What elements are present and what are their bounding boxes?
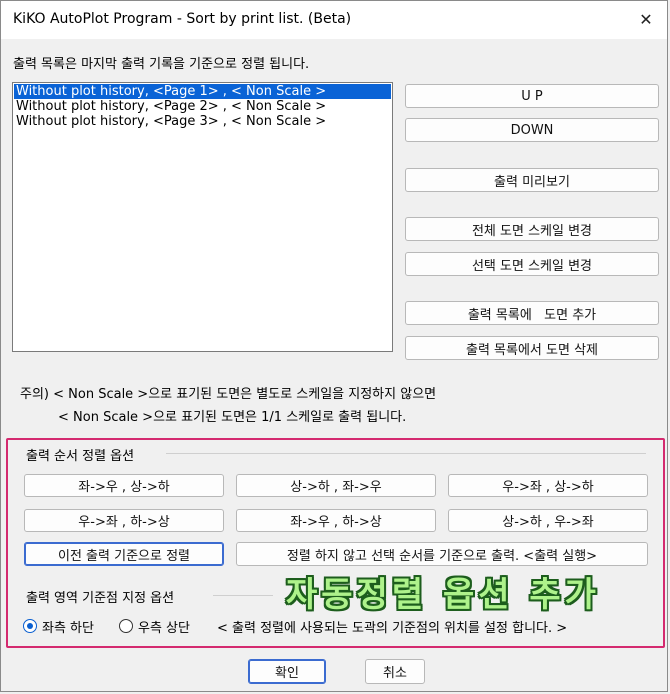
add-drawing-button[interactable]: 출력 목록에 도면 추가: [405, 301, 659, 325]
list-item[interactable]: Without plot history, <Page 3> , < Non S…: [14, 114, 326, 129]
no-sort-print-button[interactable]: 정렬 하지 않고 선택 순서를 기준으로 출력. <출력 실행>: [236, 542, 648, 566]
note-line-2: < Non Scale >으로 표기된 도면은 1/1 스케일로 출력 됩니다.: [58, 410, 407, 425]
description-text: 출력 목록은 마지막 출력 기록을 기준으로 정렬 됩니다.: [13, 57, 310, 72]
delete-drawing-button[interactable]: 출력 목록에서 도면 삭제: [405, 336, 659, 360]
group-divider: [213, 595, 273, 596]
base-point-hint: < 출력 정렬에 사용되는 도곽의 기준점의 위치를 설정 합니다. >: [217, 621, 568, 636]
ok-button[interactable]: 확인: [248, 659, 326, 684]
radio-right-top-label[interactable]: 우측 상단: [138, 617, 190, 636]
radio-left-bottom[interactable]: [23, 619, 37, 633]
note-line-1: 주의) < Non Scale >으로 표기된 도면은 별도로 스케일을 지정하…: [20, 387, 437, 402]
list-item[interactable]: Without plot history, <Page 2> , < Non S…: [14, 99, 326, 114]
preview-button[interactable]: 출력 미리보기: [405, 168, 659, 192]
sort-button-rl-tb[interactable]: 우->좌 , 상->하: [448, 474, 648, 497]
sort-previous-button[interactable]: 이전 출력 기준으로 정렬: [24, 542, 224, 566]
window-title: KiKO AutoPlot Program - Sort by print li…: [13, 11, 352, 27]
down-button[interactable]: DOWN: [405, 118, 659, 142]
sort-button-tb-rl[interactable]: 상->하 , 우->좌: [448, 509, 648, 532]
scale-selected-button[interactable]: 선택 도면 스케일 변경: [405, 252, 659, 276]
sort-button-lr-tb[interactable]: 좌->우 , 상->하: [24, 474, 224, 497]
group-divider: [166, 453, 646, 454]
scale-all-button[interactable]: 전체 도면 스케일 변경: [405, 217, 659, 241]
close-icon[interactable]: ✕: [631, 5, 661, 35]
sort-options-label: 출력 순서 정렬 옵션: [26, 449, 135, 464]
up-button[interactable]: U P: [405, 84, 659, 108]
print-list[interactable]: Without plot history, <Page 1> , < Non S…: [12, 82, 393, 352]
sort-button-lr-bt[interactable]: 좌->우 , 하->상: [236, 509, 436, 532]
title-bar: KiKO AutoPlot Program - Sort by print li…: [1, 1, 667, 39]
dialog-window: KiKO AutoPlot Program - Sort by print li…: [0, 0, 668, 692]
sort-button-rl-bt[interactable]: 우->좌 , 하->상: [24, 509, 224, 532]
base-options-label: 출력 영역 기준점 지정 옵션: [26, 591, 175, 606]
sort-button-tb-lr[interactable]: 상->하 , 좌->우: [236, 474, 436, 497]
radio-left-bottom-label[interactable]: 좌측 하단: [42, 617, 94, 636]
list-item[interactable]: Without plot history, <Page 1> , < Non S…: [14, 84, 391, 99]
annotation-overlay-text: 자동정렬 옵션 추가: [286, 575, 600, 615]
cancel-button[interactable]: 취소: [365, 659, 425, 684]
radio-right-top[interactable]: [119, 619, 133, 633]
